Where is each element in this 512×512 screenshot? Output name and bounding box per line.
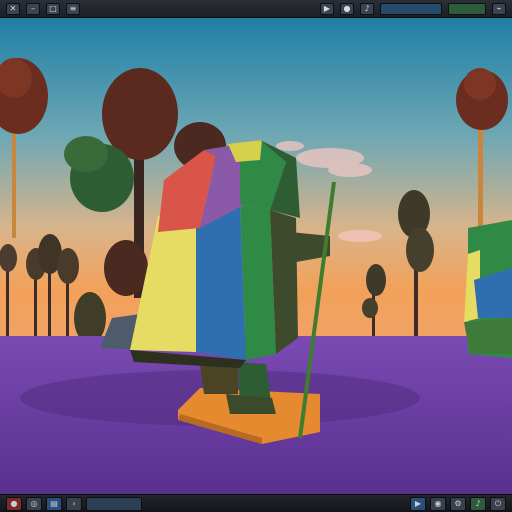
scene-canvas	[0, 18, 512, 494]
render-icon[interactable]: ▶	[410, 496, 426, 511]
browser-icon[interactable]: ◎	[26, 496, 42, 511]
volume-icon[interactable]: ♪	[470, 496, 486, 511]
menu-icon[interactable]: ≡	[66, 2, 80, 15]
record-icon[interactable]: ●	[340, 2, 354, 15]
scene-viewport	[0, 18, 512, 494]
status-bar-blue	[380, 2, 442, 15]
status-bar-green	[448, 2, 486, 15]
maximize-icon[interactable]: □	[46, 2, 60, 15]
terminal-icon[interactable]: ›	[66, 496, 82, 511]
camera-icon[interactable]: ◉	[430, 496, 446, 511]
figure-body-green	[240, 204, 276, 360]
power-icon[interactable]: ⏻	[490, 496, 506, 511]
figure-body-blue	[196, 204, 246, 360]
close-icon[interactable]: ✕	[6, 2, 20, 15]
network-icon[interactable]: ⌁	[492, 2, 506, 15]
audio-icon[interactable]: ♪	[360, 2, 374, 15]
play-icon[interactable]: ▶	[320, 2, 334, 15]
task-item[interactable]	[86, 496, 142, 511]
app-window: ✕ – □ ≡ ▶ ● ♪ ⌁ ● ◎ ▤ › ▶ ◉ ⚙ ♪ ⏻	[0, 0, 512, 512]
taskbar: ● ◎ ▤ › ▶ ◉ ⚙ ♪ ⏻	[0, 494, 512, 512]
start-icon[interactable]: ●	[6, 496, 22, 511]
title-bar: ✕ – □ ≡ ▶ ● ♪ ⌁	[0, 0, 512, 18]
right-blocks	[464, 220, 512, 358]
settings-icon[interactable]: ⚙	[450, 496, 466, 511]
files-icon[interactable]: ▤	[46, 496, 62, 511]
minimize-icon[interactable]: –	[26, 2, 40, 15]
